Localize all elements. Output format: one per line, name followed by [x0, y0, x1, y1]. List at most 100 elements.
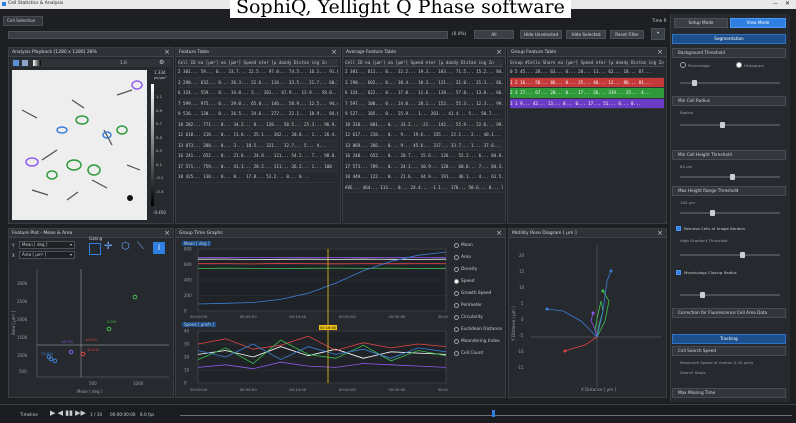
table-row[interactable]: 2 301... 611... 0... 32.2... 19.3... 103… [345, 67, 503, 78]
max-height-slider[interactable] [680, 210, 780, 216]
threshold-slider[interactable] [680, 80, 780, 86]
timeline-track[interactable] [180, 415, 792, 416]
table-row[interactable]: 16 241... 652... 0... 21.0... 24.8... 12… [178, 151, 338, 162]
selection-bar[interactable] [8, 31, 448, 39]
histogram-radio[interactable] [736, 62, 742, 68]
table-row[interactable]: 6 324... 622... 0... 37.0... 11.6... 118… [345, 88, 503, 99]
table-header[interactable]: Cell ID ea [μm²] ea [μm³] Speed eter [μ … [178, 59, 338, 67]
table-row[interactable]: 10 318... 801... 0... 33.2... -21... 142… [345, 119, 503, 130]
legend-radio[interactable] [454, 303, 459, 308]
all-button[interactable]: All [474, 30, 514, 39]
table-header[interactable]: Cell ID ea [μm²] ea [μm³] Speed eter [μ … [345, 59, 503, 67]
slider-knob[interactable] [730, 174, 735, 180]
feature-scatter-plot[interactable]: 3000 2500 2000 1500 1000 500 500 1000 Me… [11, 265, 171, 395]
reset-filter-button[interactable]: Reset Filter [610, 30, 644, 39]
closing-slider[interactable] [680, 292, 780, 298]
gate-polygon-icon[interactable]: ⬡ [121, 241, 130, 252]
cell-search-speed-header[interactable]: Cell Search Speed [672, 346, 786, 356]
table-row[interactable]: 9 527... 105... 0... 25.9... 1... 203...… [345, 109, 503, 120]
legend-radio[interactable] [454, 327, 459, 332]
setup-mode-button[interactable]: Setup Mode [674, 18, 728, 28]
table-row[interactable]: 10 282... 771... 0... 34.2... 8... 128..… [178, 119, 338, 130]
legend-item[interactable]: Cell Count [454, 351, 483, 356]
feature-table[interactable]: Cell ID ea [μm²] ea [μm³] Speed eter [μ … [178, 59, 338, 183]
table-header[interactable]: Group #Cells Sharn ea [μm³] Speed eter [… [510, 59, 664, 67]
close-icon[interactable]: × [657, 229, 663, 237]
table-row[interactable]: 16 240... 652... 0... 20.7... 15.6... 12… [345, 151, 503, 162]
x-feature-select[interactable]: Area [ μm² ] ▾ [19, 251, 75, 259]
cell-image-view[interactable] [12, 70, 147, 220]
legend-radio[interactable] [454, 315, 459, 320]
table-row[interactable]: AVE... 464... 113... 0... 24.4... -1.1..… [345, 182, 503, 193]
table-row[interactable]: 13 873... 288... 0... 3... 18.5... 321..… [178, 140, 338, 151]
slider-knob[interactable] [692, 80, 697, 86]
play-icon[interactable]: ▶ ◀ ▮▮ ▶▶ [50, 409, 86, 417]
gate-cross-icon[interactable]: ✛ [104, 241, 112, 252]
gate-rect-icon[interactable] [89, 243, 101, 255]
legend-radio[interactable] [454, 279, 459, 284]
gradient-slider[interactable] [680, 252, 780, 258]
legend-item[interactable]: Meandering Index [454, 339, 500, 344]
legend-item[interactable]: Circularity [454, 315, 483, 320]
morph-closing-checkbox[interactable] [676, 270, 681, 275]
average-table[interactable]: Cell ID ea [μm²] ea [μm³] Speed eter [μ … [345, 59, 503, 193]
slider-knob[interactable] [740, 252, 745, 258]
table-row[interactable]: 2 3 27... 67... 20... 0... 17... 26... 3… [510, 88, 664, 99]
legend-item[interactable]: Speed [454, 279, 474, 284]
table-row[interactable]: 6 324... 559... 0... 34.0... 2... 101...… [178, 88, 338, 99]
table-row[interactable]: 17 571... 759... 0... 41.3... 28.2... 11… [178, 161, 338, 172]
slider-knob[interactable] [720, 122, 725, 128]
table-row[interactable]: 9 526... 130... 0... 26.5... 34.6... 272… [178, 109, 338, 120]
table-row[interactable]: 3 1 9... 42... 13... 0... 0... 17... 51.… [510, 98, 664, 109]
table-row[interactable]: 0 5 45... 28... 63... 0... 28... 11... 6… [510, 67, 664, 78]
table-row[interactable]: 3 290... 632... 0... 26.3... 22.6... 116… [178, 77, 338, 88]
legend-item[interactable]: Perimeter [454, 303, 482, 308]
settings-icon[interactable]: ⚙ [159, 59, 164, 66]
radius-slider[interactable] [680, 122, 780, 128]
table-row[interactable]: 13 869... 266... 0... 9... 45.6... 317..… [345, 140, 503, 151]
legend-radio[interactable] [454, 255, 459, 260]
legend-radio[interactable] [454, 267, 459, 272]
gate-info-icon[interactable]: i [153, 242, 165, 254]
legend-item[interactable]: Mean [454, 243, 473, 248]
close-icon[interactable]: × [331, 48, 337, 56]
minimize-icon[interactable]: — [773, 1, 778, 7]
correction-header[interactable]: Correction for Fluorescence Cell Area Da… [672, 308, 786, 318]
close-icon[interactable]: × [496, 229, 502, 237]
table-row[interactable]: 7 597... 100... 0... 24.0... 28.1... 152… [345, 98, 503, 109]
table-row[interactable]: 17 573... 789... 0... 24.1... 10.9... 12… [345, 161, 503, 172]
close-icon[interactable]: × [164, 48, 170, 56]
colormap-icon[interactable] [33, 60, 41, 66]
table-row[interactable]: 18 449... 122... 0... 21.6... 44.9... 19… [345, 172, 503, 183]
table-row[interactable]: 2 301... 59... 0... 33.7... 22.5... 97.0… [178, 67, 338, 78]
layers-icon[interactable] [22, 60, 28, 66]
close-icon[interactable]: × [657, 48, 663, 56]
hide-unselected-button[interactable]: Hide Unselected [520, 30, 562, 39]
legend-item[interactable]: Euclidean Distance [454, 327, 502, 332]
slider-knob[interactable] [710, 210, 715, 216]
table-row[interactable]: 1 2 16... 58... 86... 0... 25... 46... 1… [510, 77, 664, 88]
legend-radio[interactable] [454, 243, 459, 248]
timeline-cursor[interactable] [492, 410, 495, 417]
table-row[interactable]: 12 617... 218... 0... 9... 19.6... 335..… [345, 130, 503, 141]
legend-item[interactable]: Density [454, 267, 477, 272]
segmentation-header[interactable]: Segmentation [672, 34, 786, 44]
hide-selected-button[interactable]: Hide Selected [566, 30, 606, 39]
close-icon[interactable]: × [496, 48, 502, 56]
legend-item[interactable]: Area [454, 255, 471, 260]
time-graph-svg[interactable]: 800600400200040302010000:00:0000:00:0000… [178, 239, 448, 395]
cell-selection-tab[interactable]: Cell Selection [3, 16, 43, 26]
remove-cells-checkbox[interactable] [676, 226, 681, 231]
legend-radio[interactable] [454, 351, 459, 356]
cell-radius-header[interactable]: Min Cell Radius [672, 96, 786, 106]
table-row[interactable]: 12 618... 218... 0... 11.6... 25.1... 36… [178, 130, 338, 141]
legend-item[interactable]: Growth Speed [454, 291, 491, 296]
table-row[interactable]: 18 425... 130... 0... 0... 17.8... 51.2.… [178, 172, 338, 183]
slider-knob[interactable] [700, 292, 705, 298]
min-height-slider[interactable] [680, 174, 780, 180]
max-missing-header[interactable]: Max Missing Time [672, 388, 786, 398]
gate-line-icon[interactable]: ⟍ [137, 241, 144, 252]
background-threshold-header[interactable]: Background Threshold [672, 48, 786, 58]
close-window-icon[interactable]: ✕ [785, 0, 790, 7]
rose-diagram[interactable]: 20 15 10 5 0 -5 -10 -15 Y Distance [ μm … [511, 241, 663, 393]
